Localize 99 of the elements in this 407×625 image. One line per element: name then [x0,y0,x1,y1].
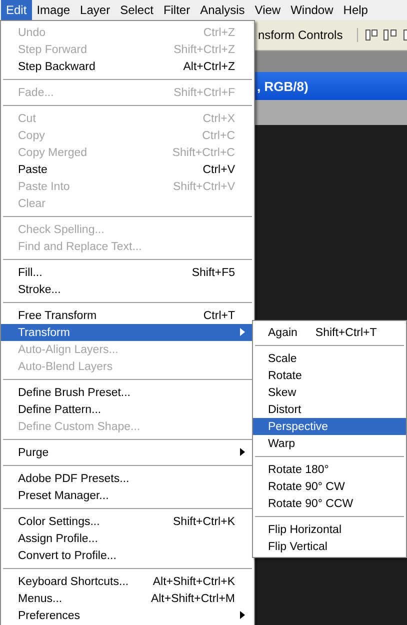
menu-item[interactable]: Rotate 180° [253,461,406,478]
menu-item[interactable]: Define Brush Preset... [1,384,254,401]
shortcut-label: Shift+Ctrl+C [172,146,235,158]
menu-item[interactable]: Stroke... [1,281,254,298]
menu-item[interactable]: Define Pattern... [1,401,254,418]
menu-item-label: Fade... [18,86,54,98]
menu-item-label: Step Forward [18,44,88,56]
menu-item-label: Rotate [268,370,302,382]
menu-bar-item[interactable]: Analysis [195,0,250,20]
menu-item-label: Again [268,326,298,338]
menu-item-label: Preset Manager... [18,490,109,502]
menu-item[interactable]: Perspective [253,418,406,435]
menu-item-label: Convert to Profile... [18,550,116,562]
options-label: nsform Controls [258,28,343,42]
menu-item-label: Assign Profile... [18,532,98,544]
menu-item-label: Flip Vertical [268,540,328,552]
menu-item[interactable]: Again Shift+Ctrl+T [253,324,406,341]
menu-bar-item[interactable]: Window [286,0,338,20]
menu-item[interactable]: Fill... Shift+F5 [1,264,254,281]
menu-item-label: Cut [18,112,36,124]
shortcut-label: Shift+Ctrl+Z [174,44,235,56]
menu-item[interactable]: Step Backward Alt+Ctrl+Z [1,58,254,75]
menu-item-label: Menus... [18,592,62,604]
shortcut-label: Shift+Ctrl+T [315,326,377,338]
document-title: , RGB/8) [257,78,308,94]
menu-item-label: Preferences [18,610,80,622]
menu-item-label: Auto-Blend Layers [18,360,113,372]
menu-item[interactable]: Purge [1,444,254,461]
menu-item-label: Rotate 90° CW [268,480,345,492]
shortcut-label: Ctrl+X [202,112,235,124]
menu-item-label: Rotate 90° CCW [268,498,354,510]
menu-item[interactable]: Assign Profile... [1,530,254,547]
menu-item-label: Scale [268,352,297,364]
menu-item-label: Step Backward [18,60,96,72]
shortcut-label: Alt+Ctrl+Z [183,60,235,72]
menu-item[interactable]: Preset Manager... [1,487,254,504]
shortcut-label: Shift+Ctrl+V [173,180,235,192]
shortcut-label: Ctrl+T [203,310,235,322]
menu-item-label: Transform [18,326,70,338]
menu-item-label: Auto-Align Layers... [18,344,118,356]
menu-item[interactable]: Preferences [1,607,254,624]
menu-item-label: Paste [18,164,48,176]
menu-item[interactable]: Menus... Alt+Shift+Ctrl+M [1,590,254,607]
menu-item[interactable]: Free Transform Ctrl+T [1,307,254,324]
menu-bar-item[interactable]: Image [32,0,76,20]
menu-item-label: Define Custom Shape... [18,420,140,432]
menu-item-label: Flip Horizontal [268,524,342,536]
menu-item-label: Stroke... [18,284,61,296]
menu-item-label: Rotate 180° [268,464,329,476]
menu-item-label: Perspective [268,420,328,432]
shortcut-label: Shift+F5 [192,266,235,278]
align-icon[interactable] [364,28,379,42]
menu-item[interactable]: Convert to Profile... [1,547,254,564]
menu-bar-item[interactable]: Edit [1,0,32,20]
menu-item[interactable]: Rotate 90° CW [253,478,406,495]
shortcut-label: Ctrl+V [202,164,235,176]
menu-bar-item[interactable]: Filter [158,0,196,20]
shortcut-label: Ctrl+C [202,130,235,142]
menu-item[interactable]: Distort [253,401,406,418]
menu-bar-item[interactable]: Help [338,0,373,20]
menu-item-label: Clear [18,198,46,210]
menu-item-label: Check Spelling... [18,224,104,236]
menu-item-label: Undo [18,26,46,38]
menu-item-label: Free Transform [18,310,97,322]
shortcut-label: Alt+Shift+Ctrl+K [152,576,235,588]
align-icon[interactable] [382,28,398,42]
menu-item[interactable]: Flip Vertical [253,538,406,555]
menu-item-label: Adobe PDF Presets... [18,472,130,484]
menu-item[interactable]: Rotate 90° CCW [253,495,406,512]
menu-item-label: Distort [268,404,302,416]
shortcut-label: Alt+Shift+Ctrl+M [150,592,235,604]
menu-item-label: Warp [268,438,296,450]
shortcut-label: Shift+Ctrl+K [173,516,235,528]
menu-item-label: Find and Replace Text... [18,240,142,252]
menu-item-label: Fill... [18,266,42,278]
menu-bar-item[interactable]: Layer [75,0,116,20]
menu-bar-item[interactable]: Select [115,0,158,20]
menu-item-label: Copy Merged [18,146,88,158]
menu-item-label: Purge [18,446,49,458]
menu-item-label: Skew [268,386,296,398]
menu-item-label: Keyboard Shortcuts... [18,576,129,588]
menu-item[interactable]: Keyboard Shortcuts... Alt+Shift+Ctrl+K [1,573,254,590]
menu-item-label: Color Settings... [18,516,100,528]
shortcut-label: Shift+Ctrl+F [174,86,235,98]
menu-item[interactable]: Rotate [253,367,406,384]
menu-bar-item[interactable]: View [250,0,286,20]
menu-item[interactable]: Skew [253,384,406,401]
menu-item[interactable]: Paste Ctrl+V [1,161,254,178]
menu-item[interactable]: Adobe PDF Presets... [1,470,254,487]
menu-item[interactable]: Warp [253,435,406,452]
menu-item[interactable]: Color Settings... Shift+Ctrl+K [1,513,254,530]
menu-item[interactable]: Scale [253,350,406,367]
menu-item-label: Define Brush Preset... [18,386,130,398]
menu-item-label: Define Pattern... [18,404,102,416]
menu-item-label: Copy [18,130,45,142]
menu-item[interactable]: Transform [1,324,254,341]
menu-item[interactable]: Flip Horizontal [253,521,406,538]
menu-item-label: Paste Into [18,180,70,192]
shortcut-label: Ctrl+Z [203,26,235,38]
